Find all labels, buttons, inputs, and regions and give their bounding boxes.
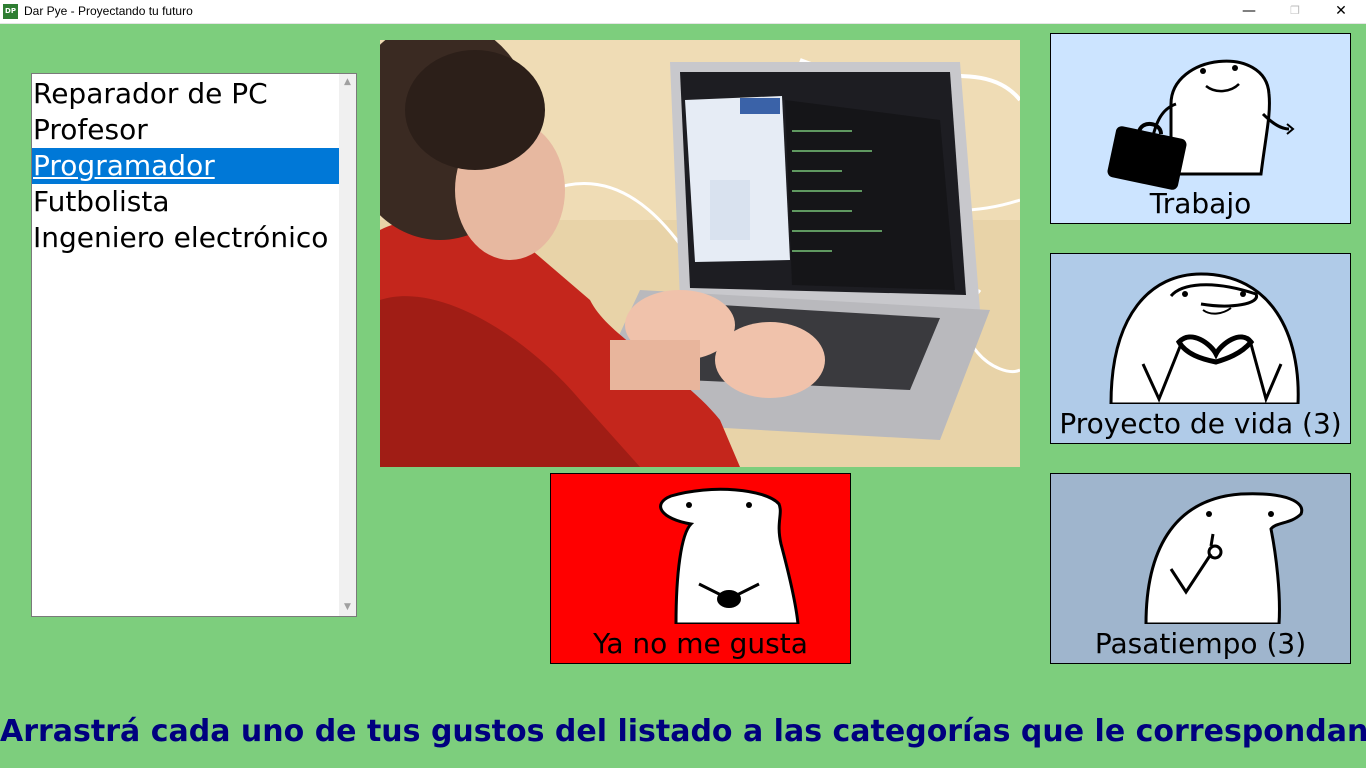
title-bar: DP Dar Pye - Proyectando tu futuro — ❐ ✕ [0,0,1366,24]
category-trabajo[interactable]: Trabajo [1050,33,1351,224]
meme-shy-icon [659,487,800,624]
career-photo [380,40,1020,467]
category-proyecto-label: Proyecto de vida (3) [1059,407,1342,440]
list-item-reparador[interactable]: Reparador de PC [32,76,339,112]
meme-heart-hands-icon [1109,272,1300,404]
scroll-down-icon[interactable]: ▼ [339,599,356,616]
window-title: Dar Pye - Proyectando tu futuro [24,4,193,18]
category-pasatiempo-label: Pasatiempo (3) [1094,627,1307,660]
meme-worker-icon [1107,59,1295,190]
maximize-button[interactable]: ❐ [1272,0,1318,24]
list-item-ingeniero[interactable]: Ingeniero electrónico [32,220,339,256]
list-item-programador[interactable]: Programador [32,148,339,184]
list-items: Reparador de PC Profesor Programador Fut… [32,76,339,256]
category-trabajo-label: Trabajo [1149,187,1252,220]
category-proyecto-de-vida[interactable]: Proyecto de vida (3) [1050,253,1351,444]
category-no-gusta-label: Ya no me gusta [593,627,808,660]
interests-listbox[interactable]: Reparador de PC Profesor Programador Fut… [31,73,357,617]
app-icon: DP [3,4,18,19]
category-ya-no-me-gusta[interactable]: Ya no me gusta [550,473,851,664]
category-pasatiempo[interactable]: Pasatiempo (3) [1050,473,1351,664]
list-item-futbolista[interactable]: Futbolista [32,184,339,220]
list-item-profesor[interactable]: Profesor [32,112,339,148]
meme-ok-hand-icon [1144,492,1304,624]
close-button[interactable]: ✕ [1318,0,1364,24]
list-scrollbar[interactable]: ▲ ▼ [339,74,356,616]
scroll-up-icon[interactable]: ▲ [339,74,356,91]
instruction-text: Arrastrá cada uno de tus gustos del list… [0,714,1366,749]
minimize-button[interactable]: — [1226,0,1272,24]
